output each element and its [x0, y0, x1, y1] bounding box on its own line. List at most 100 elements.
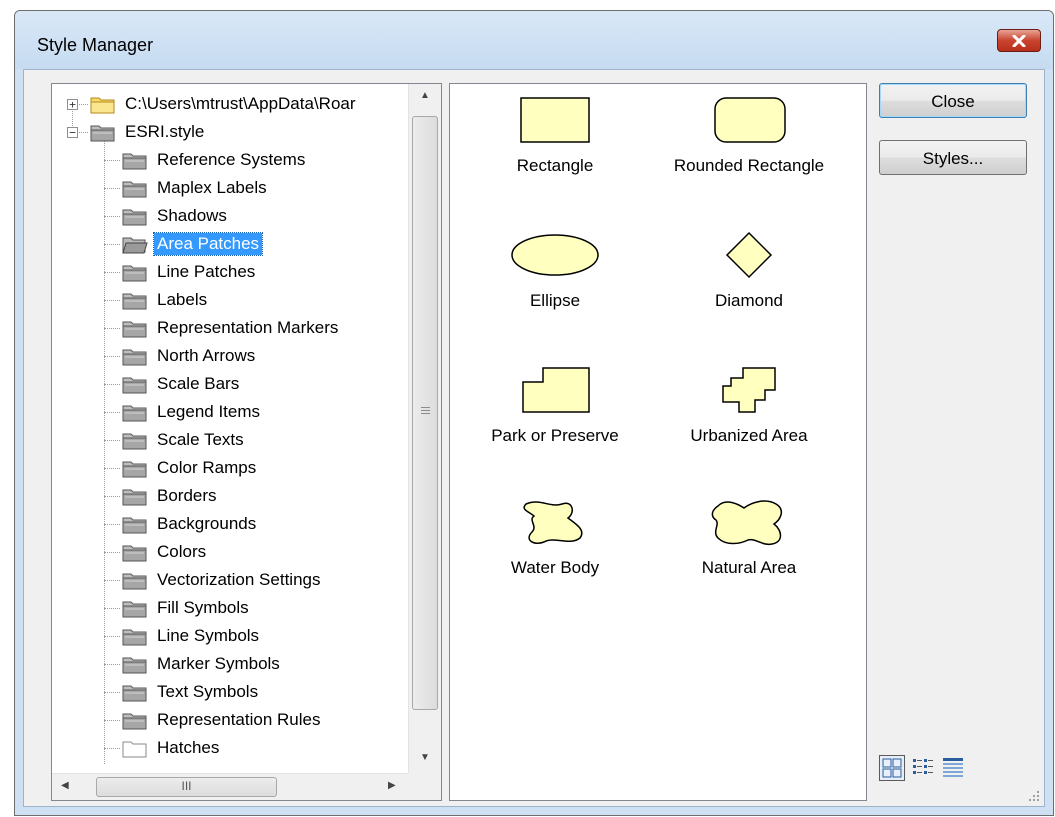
tree-vertical-scroll-thumb[interactable] [412, 116, 438, 710]
symbol-list[interactable]: Rectangle Rounded Rectangle Ellipse Diam… [449, 83, 867, 801]
tree-item[interactable]: Representation Markers [122, 314, 341, 342]
tree-item-label: Marker Symbols [157, 654, 280, 673]
folder-icon [122, 626, 148, 646]
urbanized-area-icon [722, 367, 776, 413]
scroll-up-arrow-icon[interactable]: ▲ [420, 90, 430, 101]
style-tree[interactable]: C:\Users\mtrust\AppData\Roar + ESRI.style −… [51, 83, 442, 801]
tree-item-label: Line Patches [157, 262, 256, 281]
symbol-item[interactable]: Natural Area [654, 496, 844, 578]
folder-icon [122, 542, 148, 562]
symbol-label: Water Body [510, 558, 600, 577]
tree-item[interactable]: Labels [122, 286, 210, 314]
folder-open-icon [122, 234, 148, 254]
tree-item[interactable]: Maplex Labels [122, 174, 270, 202]
tree-item[interactable]: Backgrounds [122, 510, 259, 538]
symbol-item[interactable]: Rectangle [460, 94, 650, 176]
symbol-label: Rectangle [516, 156, 594, 175]
tree-item[interactable]: Scale Texts [122, 426, 247, 454]
tree-item-label: Color Ramps [157, 458, 257, 477]
tree-item-label: Shadows [157, 206, 227, 225]
tree-item-label: Backgrounds [157, 514, 257, 533]
window-title: Style Manager [37, 35, 154, 55]
tree-item[interactable]: Marker Symbols [122, 650, 283, 678]
folder-icon [122, 318, 148, 338]
tree-item-label: C:\Users\mtrust\AppData\Roar [125, 94, 356, 113]
tree-item[interactable]: C:\Users\mtrust\AppData\Roar [90, 90, 359, 118]
tree-item-label: Fill Symbols [157, 598, 249, 617]
natural-area-icon [711, 500, 783, 546]
folder-yellow-icon [90, 94, 116, 114]
folder-icon [122, 374, 148, 394]
symbol-item[interactable]: Water Body [460, 496, 650, 578]
close-button[interactable]: Close [879, 83, 1027, 118]
ellipse-icon [511, 234, 599, 276]
diamond-icon [725, 231, 773, 279]
tree-item[interactable]: Shadows [122, 202, 230, 230]
resize-grip-icon[interactable] [1028, 790, 1040, 802]
symbol-item[interactable]: Park or Preserve [460, 364, 650, 446]
tree-item-label: Text Symbols [157, 682, 259, 701]
tree-item[interactable]: Color Ramps [122, 454, 259, 482]
folder-icon [122, 486, 148, 506]
folder-icon [122, 514, 148, 534]
tree-item[interactable]: North Arrows [122, 342, 258, 370]
tree-item[interactable]: Area Patches [122, 230, 264, 258]
tree-item[interactable]: Fill Symbols [122, 594, 252, 622]
rectangle-icon [520, 97, 590, 143]
tree-vertical-scrollbar[interactable]: ▲ ▼ [408, 84, 441, 774]
tree-item[interactable]: Line Patches [122, 258, 258, 286]
folder-icon [122, 150, 148, 170]
symbol-item[interactable]: Urbanized Area [654, 364, 844, 446]
symbol-item[interactable]: Diamond [654, 229, 844, 311]
tree-item-label: Labels [157, 290, 208, 309]
styles-button[interactable]: Styles... [879, 140, 1027, 175]
folder-icon [90, 122, 116, 142]
tree-item-label: Scale Bars [157, 374, 240, 393]
style-manager-window: Style Manager C:\Users\mtrust\AppData\Ro… [14, 10, 1054, 816]
title-bar[interactable]: Style Manager [15, 11, 1053, 69]
tree-item-label: Representation Markers [157, 318, 339, 337]
symbol-label: Rounded Rectangle [673, 156, 825, 175]
tree-item[interactable]: ESRI.style [90, 118, 207, 146]
water-body-icon [523, 501, 583, 544]
symbol-label: Ellipse [529, 291, 581, 310]
rounded-rectangle-icon [714, 97, 786, 143]
folder-icon [122, 710, 148, 730]
symbol-label: Urbanized Area [690, 426, 808, 445]
folder-empty-icon [122, 738, 148, 758]
folder-icon [122, 262, 148, 282]
tree-item-label: Scale Texts [157, 430, 244, 449]
tree-item[interactable]: Hatches [122, 734, 222, 762]
folder-icon [122, 570, 148, 590]
tree-horizontal-scrollbar[interactable]: ◀ III ▶ [52, 773, 409, 800]
tree-item[interactable]: Vectorization Settings [122, 566, 323, 594]
large-icons-view-icon[interactable] [879, 755, 905, 781]
tree-item-label: Colors [157, 542, 207, 561]
list-view-icon[interactable] [911, 755, 937, 781]
folder-icon [122, 402, 148, 422]
scroll-left-arrow-icon[interactable]: ◀ [61, 780, 69, 791]
tree-item[interactable]: Legend Items [122, 398, 263, 426]
symbol-label: Park or Preserve [491, 426, 619, 445]
tree-item[interactable]: Reference Systems [122, 146, 308, 174]
tree-item[interactable]: Line Symbols [122, 622, 262, 650]
symbol-label: Natural Area [701, 558, 797, 577]
tree-item[interactable]: Colors [122, 538, 209, 566]
symbol-item[interactable]: Rounded Rectangle [654, 94, 844, 176]
tree-item[interactable]: Scale Bars [122, 370, 242, 398]
tree-item[interactable]: Borders [122, 482, 220, 510]
expand-plus-icon[interactable]: + [67, 99, 78, 110]
folder-icon [122, 178, 148, 198]
style-tree-rows: C:\Users\mtrust\AppData\Roar + ESRI.style −… [52, 84, 409, 774]
folder-icon [122, 598, 148, 618]
window-close-button[interactable] [997, 29, 1041, 52]
details-view-icon[interactable] [941, 755, 967, 781]
tree-item[interactable]: Text Symbols [122, 678, 261, 706]
symbol-item[interactable]: Ellipse [460, 229, 650, 311]
collapse-minus-icon[interactable]: − [67, 127, 78, 138]
tree-horizontal-scroll-thumb[interactable]: III [96, 777, 277, 797]
scroll-down-arrow-icon[interactable]: ▼ [420, 752, 430, 763]
scroll-right-arrow-icon[interactable]: ▶ [388, 780, 396, 791]
folder-icon [122, 290, 148, 310]
tree-item[interactable]: Representation Rules [122, 706, 323, 734]
